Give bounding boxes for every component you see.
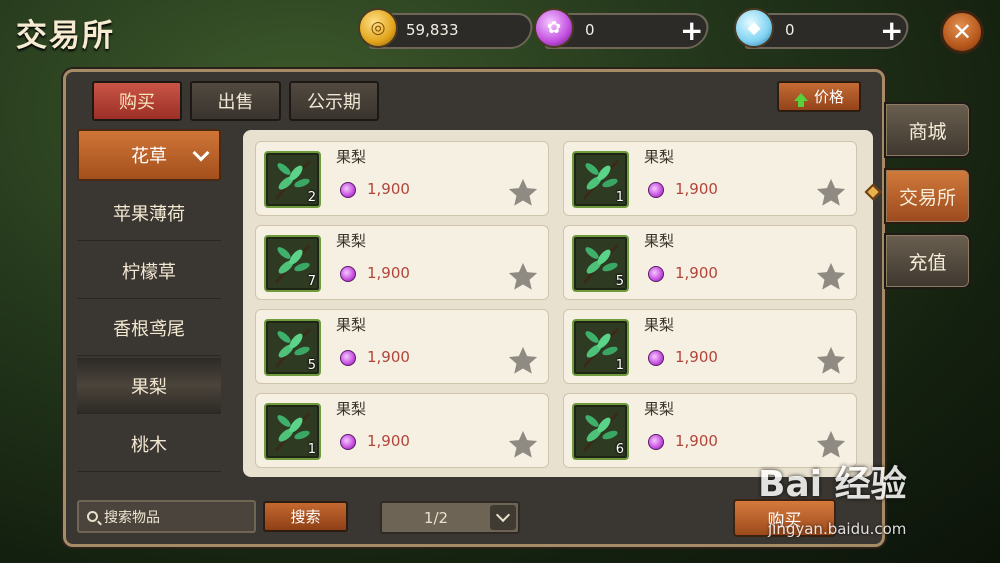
favorite-star-icon[interactable] (506, 260, 540, 294)
category-item[interactable]: 苹果薄荷 (77, 185, 221, 241)
arrow-up-icon (793, 92, 808, 107)
category-label: 花草 (131, 146, 167, 167)
item-price: 1,900 (367, 432, 410, 450)
favorite-star-icon[interactable] (506, 176, 540, 210)
item-grid: 2 果梨 1,900 1 果梨 1,900 7 果梨 1,900 5 果梨 1,… (243, 130, 873, 477)
search-input[interactable]: 搜索物品 (77, 500, 256, 533)
close-icon: ✕ (951, 18, 973, 46)
herb-item-icon: 1 (572, 319, 629, 376)
search-button[interactable]: 搜索 (263, 501, 348, 532)
gem-add-button[interactable]: + (680, 13, 703, 49)
item-price: 1,900 (675, 432, 718, 450)
purple-gem-icon (648, 434, 664, 450)
purple-gem-icon (340, 266, 356, 282)
chevron-down-icon (192, 144, 210, 162)
item-count: 6 (615, 442, 624, 457)
herb-item-icon: 7 (264, 235, 321, 292)
item-card[interactable]: 5 果梨 1,900 (563, 225, 857, 300)
sort-price-button[interactable]: 价格 (777, 81, 861, 112)
item-name: 果梨 (336, 232, 367, 250)
purple-gem-icon (648, 266, 664, 282)
item-count: 7 (307, 274, 316, 289)
item-count: 1 (615, 190, 624, 205)
herb-item-icon: 1 (264, 403, 321, 460)
tab-buy[interactable]: 购买 (92, 81, 182, 121)
category-dropdown[interactable]: 花草 (77, 129, 221, 181)
category-item[interactable]: 桃木 (77, 416, 221, 472)
side-tab-shop[interactable]: 商城 (884, 102, 971, 158)
item-count: 5 (307, 358, 316, 373)
side-tab-exchange[interactable]: 交易所 (884, 168, 971, 224)
item-price: 1,900 (367, 180, 410, 198)
item-card[interactable]: 1 果梨 1,900 (255, 393, 549, 468)
herb-item-icon: 6 (572, 403, 629, 460)
watermark-url: jingyan.baidu.com (768, 520, 907, 538)
herb-item-icon: 5 (264, 319, 321, 376)
item-card[interactable]: 1 果梨 1,900 (563, 141, 857, 216)
search-placeholder: 搜索物品 (104, 509, 160, 526)
item-count: 1 (307, 442, 316, 457)
purple-gem-icon (340, 350, 356, 366)
watermark-logo: Bai 经验 (758, 464, 907, 505)
item-card[interactable]: 5 果梨 1,900 (255, 309, 549, 384)
purple-gem-icon (648, 350, 664, 366)
item-name: 果梨 (644, 232, 675, 250)
diamond-add-button[interactable]: + (880, 13, 903, 49)
item-card[interactable]: 1 果梨 1,900 (563, 309, 857, 384)
side-tab-recharge[interactable]: 充值 (884, 233, 971, 289)
favorite-star-icon[interactable] (814, 176, 848, 210)
page-title: 交易所 (16, 18, 115, 54)
herb-item-icon: 5 (572, 235, 629, 292)
item-price: 1,900 (675, 180, 718, 198)
item-name: 果梨 (336, 400, 367, 418)
close-button[interactable]: ✕ (940, 10, 984, 54)
item-count: 5 (615, 274, 624, 289)
purple-gem-icon: ✿ (534, 8, 574, 48)
category-item[interactable]: 柠檬草 (77, 243, 221, 299)
search-icon (87, 511, 98, 522)
category-item[interactable]: 香根鸢尾 (77, 300, 221, 356)
item-price: 1,900 (675, 264, 718, 282)
favorite-star-icon[interactable] (506, 344, 540, 378)
gold-coin-icon: ◎ (358, 8, 398, 48)
herb-item-icon: 2 (264, 151, 321, 208)
favorite-star-icon[interactable] (814, 260, 848, 294)
tab-sell[interactable]: 出售 (190, 81, 281, 121)
chevron-down-icon[interactable] (490, 505, 516, 530)
gem-balance-value: 0 (585, 21, 595, 39)
purple-gem-icon (340, 434, 356, 450)
item-count: 1 (615, 358, 624, 373)
item-name: 果梨 (644, 316, 675, 334)
diamond-icon: ◆ (734, 8, 774, 48)
purple-gem-icon (340, 182, 356, 198)
tab-publicity[interactable]: 公示期 (289, 81, 379, 121)
purple-gem-icon (648, 182, 664, 198)
item-card[interactable]: 7 果梨 1,900 (255, 225, 549, 300)
favorite-star-icon[interactable] (506, 428, 540, 462)
gold-balance-value: 59,833 (406, 21, 459, 39)
favorite-star-icon[interactable] (814, 344, 848, 378)
item-price: 1,900 (367, 348, 410, 366)
page-indicator: 1/2 (423, 508, 449, 527)
herb-item-icon: 1 (572, 151, 629, 208)
item-count: 2 (307, 190, 316, 205)
item-card[interactable]: 2 果梨 1,900 (255, 141, 549, 216)
category-item[interactable]: 果梨 (77, 358, 221, 414)
item-name: 果梨 (644, 148, 675, 166)
item-name: 果梨 (336, 316, 367, 334)
diamond-balance-value: 0 (785, 21, 795, 39)
item-price: 1,900 (675, 348, 718, 366)
sort-price-label: 价格 (813, 88, 844, 106)
item-price: 1,900 (367, 264, 410, 282)
item-name: 果梨 (644, 400, 675, 418)
page-selector[interactable]: 1/2 (380, 501, 520, 534)
item-name: 果梨 (336, 148, 367, 166)
